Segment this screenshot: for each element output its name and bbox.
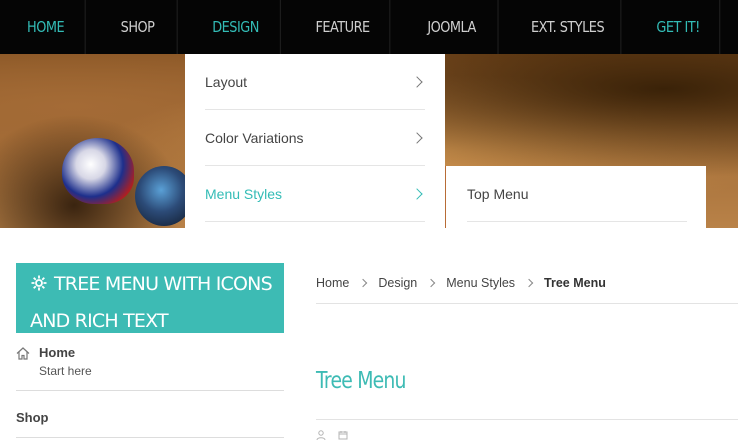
sidebar-item-sublabel: Start here <box>39 364 92 378</box>
dropdown-item-layout[interactable]: Layout <box>205 54 425 110</box>
gear-icon <box>30 269 48 304</box>
dropdown-item-color-variations[interactable]: Color Variations <box>205 110 425 166</box>
nav-get-it[interactable]: GET IT! <box>637 0 721 54</box>
calendar-icon <box>338 430 348 443</box>
nav-design[interactable]: DESIGN <box>191 0 281 54</box>
breadcrumb-home[interactable]: Home <box>316 276 349 290</box>
nav-ext-styles[interactable]: EXT. STYLES <box>515 0 622 54</box>
top-navigation: HOME SHOP DESIGN FEATURE JOOMLA EXT. STY… <box>0 0 738 54</box>
user-icon <box>316 430 326 443</box>
dropdown-item-menu-styles[interactable]: Menu Styles <box>205 166 425 222</box>
sidebar-item-home[interactable]: Home Start here <box>16 342 284 391</box>
nav-joomla[interactable]: JOOMLA <box>406 0 499 54</box>
article-meta <box>316 430 348 443</box>
nav-home[interactable]: HOME <box>6 0 86 54</box>
rider-helmet <box>62 138 134 204</box>
chevron-right-icon <box>427 278 436 287</box>
chevron-right-icon <box>411 131 423 144</box>
chevron-right-icon <box>411 187 423 200</box>
breadcrumb-current: Tree Menu <box>544 275 606 290</box>
page-title: Tree Menu <box>316 368 407 394</box>
breadcrumb-menu-styles[interactable]: Menu Styles <box>446 276 515 290</box>
nav-shop[interactable]: SHOP <box>98 0 178 54</box>
chevron-right-icon <box>359 278 368 287</box>
chevron-right-icon <box>411 75 423 88</box>
home-icon <box>16 347 30 365</box>
divider <box>316 419 738 420</box>
breadcrumb: Home Design Menu Styles Tree Menu <box>316 262 738 304</box>
design-dropdown: Layout Color Variations Menu Styles <box>185 54 445 228</box>
module-title: TREE MENU WITH ICONS AND RICH TEXT <box>16 263 284 333</box>
chevron-right-icon <box>524 278 534 287</box>
sidebar-item-shop[interactable]: Shop <box>16 391 284 438</box>
nav-feature[interactable]: FEATURE <box>296 0 391 54</box>
breadcrumb-design[interactable]: Design <box>378 276 417 290</box>
sidebar-item-label: Home <box>39 345 76 360</box>
submenu-item-top-menu[interactable]: Top Menu <box>467 166 687 222</box>
menu-styles-submenu: Top Menu <box>445 166 706 228</box>
sidebar-item-label: Shop <box>16 410 49 425</box>
